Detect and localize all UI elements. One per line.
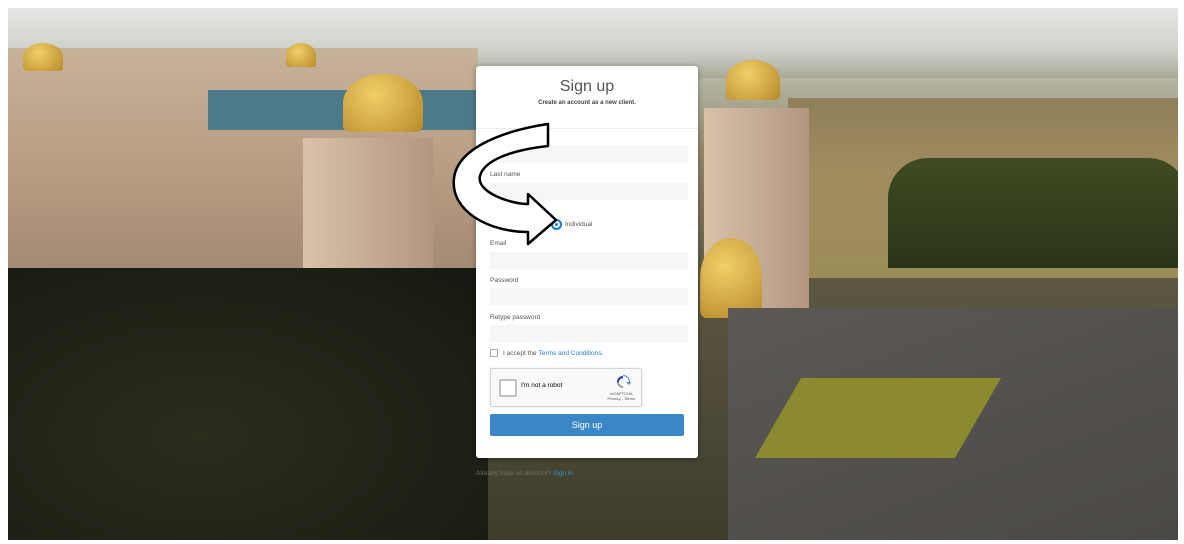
page-subtitle: Create an account as a new client. xyxy=(538,100,636,106)
dome-5 xyxy=(700,238,762,318)
email-field[interactable] xyxy=(490,252,688,269)
signin-prompt-text: Already have an account? xyxy=(476,470,552,477)
retype-password-label: Retype password xyxy=(490,314,541,321)
password-field[interactable] xyxy=(490,288,688,305)
terms-prefix: I accept the xyxy=(503,349,537,357)
dome-3 xyxy=(343,74,423,132)
recaptcha-label: I'm not a robot xyxy=(521,382,563,389)
page-title: Sign up xyxy=(559,78,615,95)
recaptcha-widget: I'm not a robot reCAPTCHA Privacy - Term… xyxy=(490,368,642,407)
terms-link[interactable]: Terms and Conditions. xyxy=(539,350,604,357)
dome-2 xyxy=(286,43,316,67)
recaptcha-brand: reCAPTCHA Privacy - Terms xyxy=(608,391,635,401)
retype-password-field[interactable] xyxy=(490,325,688,342)
terms-checkbox[interactable] xyxy=(490,349,498,357)
dome-4 xyxy=(726,60,780,100)
signup-button[interactable]: Sign up xyxy=(490,414,684,436)
terms-row: I accept the Terms and Conditions. xyxy=(490,349,603,357)
signin-prompt: Already have an account? Sign in xyxy=(476,470,573,477)
trees-right xyxy=(888,158,1178,268)
trees-left xyxy=(8,268,488,540)
recaptcha-icon xyxy=(617,375,631,388)
password-label: Password xyxy=(490,277,519,284)
dome-1 xyxy=(23,43,63,71)
signin-link[interactable]: Sign in xyxy=(553,470,573,477)
recaptcha-links[interactable]: Privacy - Terms xyxy=(608,396,635,401)
recaptcha-checkbox[interactable] xyxy=(499,379,517,397)
curved-arrow-icon xyxy=(452,122,558,246)
